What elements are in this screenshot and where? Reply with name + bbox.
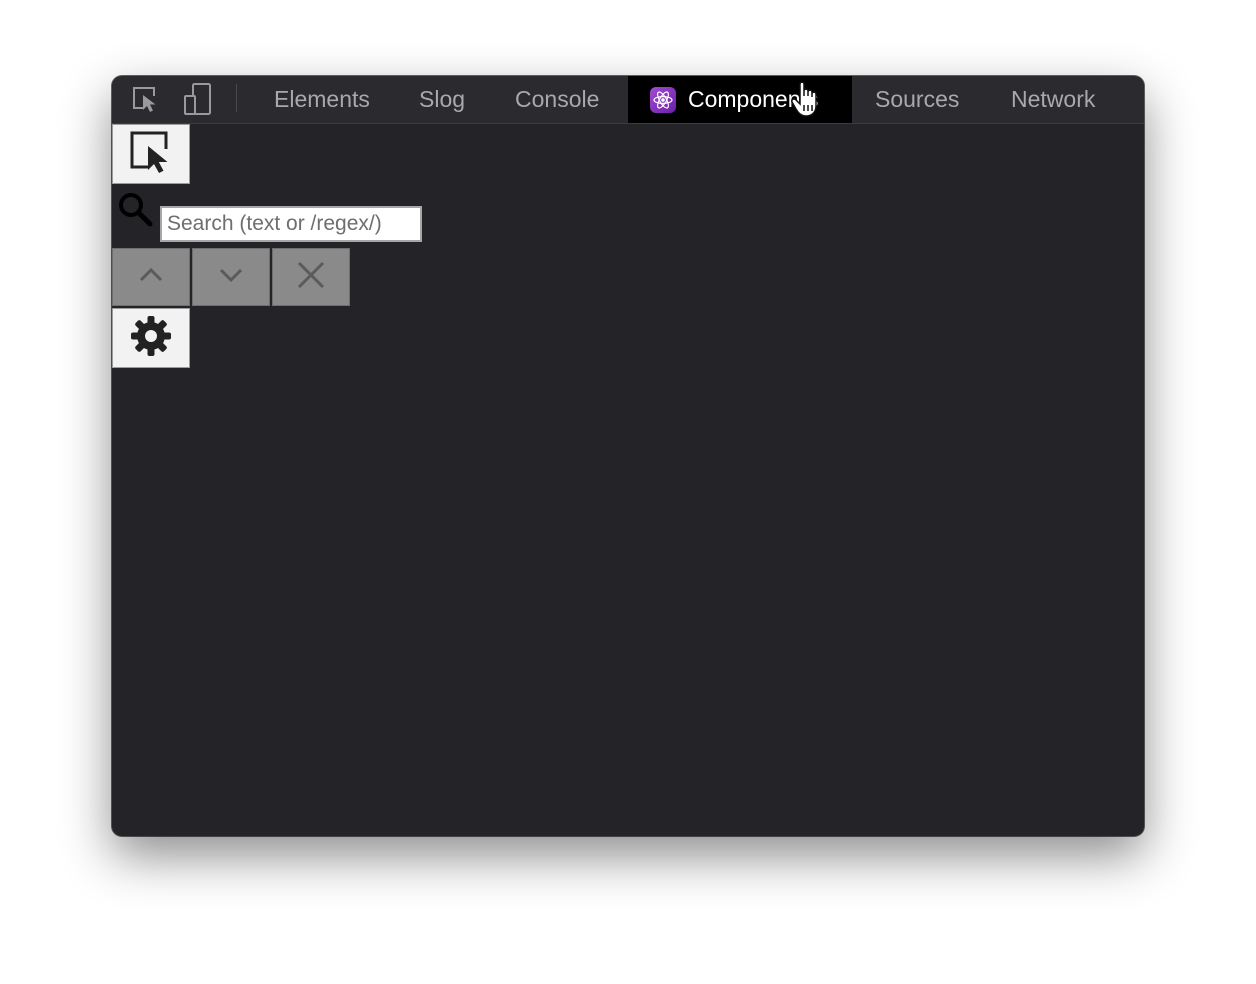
clear-search-button[interactable]	[272, 248, 350, 306]
search-icon	[116, 190, 156, 230]
toolbar-separator	[236, 84, 237, 112]
tab-label: Sources	[875, 86, 960, 112]
tab-label: Components	[688, 86, 819, 112]
close-icon	[295, 259, 327, 296]
search-input[interactable]	[160, 206, 422, 242]
device-toggle-icon[interactable]	[181, 82, 215, 116]
tab-label: Console	[515, 86, 600, 112]
inspect-element-icon[interactable]	[128, 82, 162, 116]
select-element-button[interactable]	[112, 124, 190, 184]
previous-match-button[interactable]	[112, 248, 190, 306]
tab-label: Network	[1011, 86, 1096, 112]
next-match-button[interactable]	[192, 248, 270, 306]
tab-label: Slog	[419, 86, 466, 112]
tab-network[interactable]: Network	[1011, 76, 1095, 123]
devtools-toolbar: Elements Slog Console Components Sources…	[112, 76, 1144, 124]
tab-components[interactable]: Components	[628, 76, 852, 123]
tab-label: Elements	[274, 86, 370, 112]
select-element-icon	[128, 129, 174, 180]
tab-elements[interactable]: Elements	[274, 76, 370, 123]
gear-icon	[129, 314, 173, 363]
settings-button[interactable]	[112, 308, 190, 368]
components-panel	[112, 124, 1144, 836]
chevron-down-icon	[216, 264, 246, 291]
tab-slog[interactable]: Slog	[419, 76, 465, 123]
devtools-window: Elements Slog Console Components Sources…	[112, 76, 1144, 836]
tab-sources[interactable]: Sources	[875, 76, 959, 123]
tab-console[interactable]: Console	[515, 76, 599, 123]
chevron-up-icon	[136, 264, 166, 291]
react-logo-icon	[650, 86, 676, 113]
